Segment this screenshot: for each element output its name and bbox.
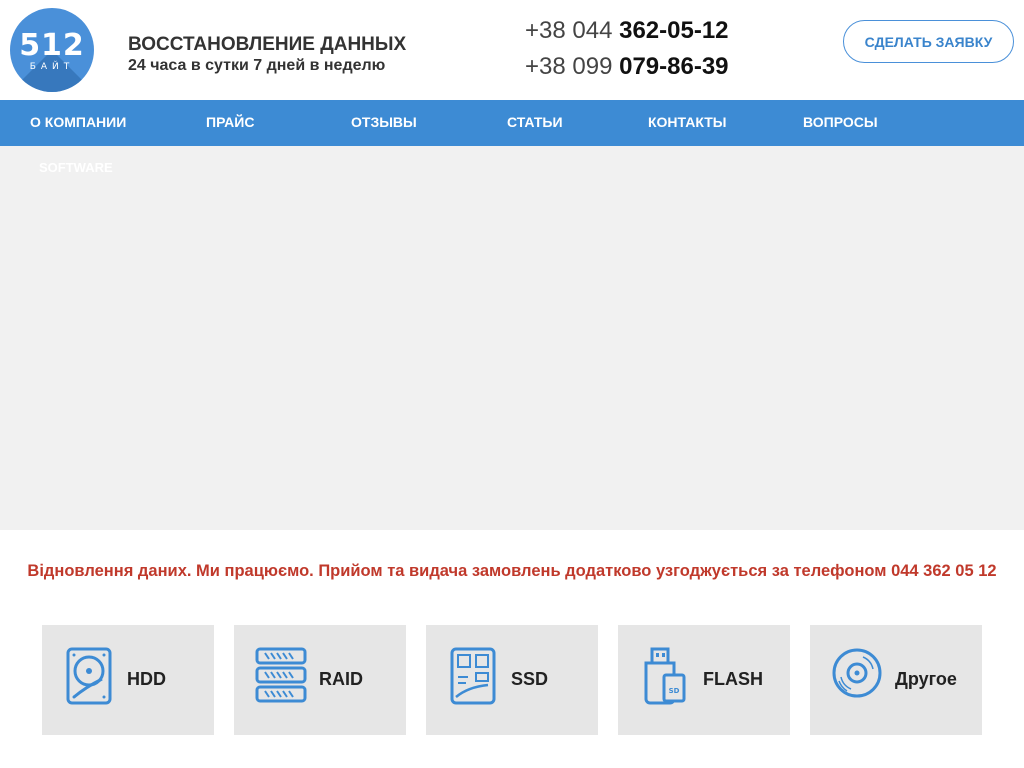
tile-raid[interactable]: RAID — [234, 625, 406, 735]
nav-item-articles[interactable]: СТАТЬИ — [507, 100, 563, 146]
logo-subtext: БАЙТ — [29, 62, 75, 72]
ssd-icon — [450, 647, 496, 705]
nav-item-software[interactable]: SOFTWARE — [39, 160, 113, 175]
tile-label: HDD — [127, 669, 166, 689]
request-button[interactable]: СДЕЛАТЬ ЗАЯВКУ — [843, 20, 1014, 63]
phone-1[interactable]: +38 044 362-05-12 — [525, 17, 729, 45]
flash-icon: SD — [644, 647, 686, 705]
nav-item-contacts[interactable]: КОНТАКТЫ — [648, 100, 726, 146]
site-title: ВОССТАНОВЛЕНИЕ ДАННЫХ — [128, 34, 407, 55]
site-subtitle: 24 часа в сутки 7 дней в неделю — [128, 57, 386, 74]
svg-text:SD: SD — [669, 687, 680, 695]
phone-1-code: +38 044 — [525, 17, 613, 44]
nav-item-reviews[interactable]: ОТЗЫВЫ — [351, 100, 417, 146]
nav-item-about[interactable]: О КОМПАНИИ — [30, 100, 126, 146]
disc-icon — [832, 648, 882, 698]
main-nav: О КОМПАНИИ ПРАЙС ОТЗЫВЫ СТАТЬИ КОНТАКТЫ … — [0, 100, 1024, 146]
tile-hdd[interactable]: HDD — [42, 625, 214, 735]
phone-2-number: 079-86-39 — [619, 53, 729, 80]
hdd-icon — [66, 647, 112, 705]
phone-2-code: +38 099 — [525, 53, 613, 80]
nav-item-price[interactable]: ПРАЙС — [206, 100, 254, 146]
raid-icon — [255, 647, 307, 703]
logo[interactable]: 512 БАЙТ — [10, 8, 94, 92]
notice-text: Відновлення даних. Ми працюємо. Прийом т… — [27, 562, 997, 580]
tile-other[interactable]: Другое — [810, 625, 982, 735]
phone-2[interactable]: +38 099 079-86-39 — [525, 53, 729, 81]
tile-label: Другое — [895, 669, 957, 689]
tile-flash[interactable]: SD FLASH — [618, 625, 790, 735]
nav-item-faq[interactable]: ВОПРОСЫ — [803, 100, 878, 146]
site-header: 512 БАЙТ ВОССТАНОВЛЕНИЕ ДАННЫХ 24 часа в… — [0, 0, 1024, 100]
tile-ssd[interactable]: SSD — [426, 625, 598, 735]
tile-label: SSD — [511, 669, 549, 689]
tile-label: RAID — [319, 669, 363, 689]
phone-1-number: 362-05-12 — [619, 17, 729, 44]
logo-number: 512 — [19, 28, 85, 63]
tile-label: FLASH — [703, 669, 763, 689]
hero-banner — [0, 146, 1024, 530]
